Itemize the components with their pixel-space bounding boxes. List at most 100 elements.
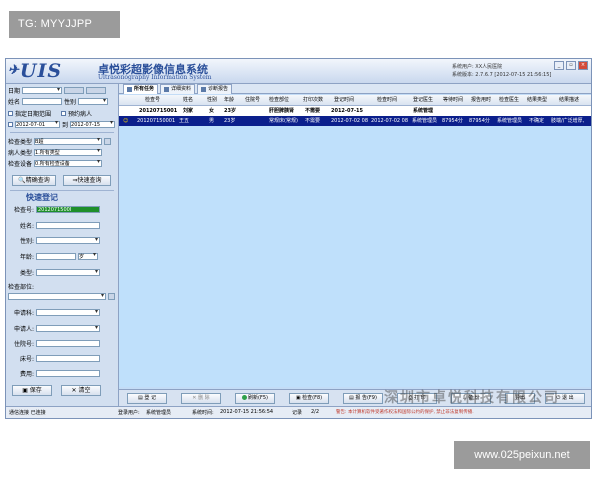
fee-label: 费用: (19, 371, 34, 378)
grid-header: 检查号 姓名 性别 年龄 住院号 检查部位 打印次数 登记时间 检查时间 登记医… (119, 95, 591, 106)
exam-button[interactable]: ▣ 检查(F8) (289, 393, 329, 404)
login-user-label: 登录用户: (118, 410, 140, 416)
clear-button[interactable]: ✕ 清空 (61, 385, 101, 396)
save-button[interactable]: ▣ 保存 (12, 385, 52, 396)
fee-field[interactable] (36, 370, 100, 377)
bed-no-field[interactable] (36, 355, 100, 362)
name-input[interactable] (22, 98, 63, 105)
inpatient-no-field[interactable] (36, 340, 100, 347)
exact-search-button[interactable]: 🔍精确查询 (12, 175, 56, 186)
patient-type-select[interactable]: 1.所有类型 (34, 148, 103, 156)
date-from-input[interactable]: 2012-07-01 (15, 120, 60, 128)
report-button[interactable]: ▤ 报 告(F9) (343, 393, 383, 404)
edit-icon[interactable] (104, 138, 112, 145)
cell-age: 23岁 (224, 108, 236, 114)
close-icon[interactable]: × (578, 61, 588, 70)
col-gender[interactable]: 性别 (207, 95, 217, 105)
table-row[interactable]: ☺ 201207150001 王五 男 23岁 常规床(常规) 不需要 2012… (119, 116, 591, 126)
col-wait[interactable]: 等待时间 (443, 95, 463, 105)
col-exam-time[interactable]: 检查时间 (377, 95, 397, 105)
col-result-type[interactable]: 结果类型 (527, 95, 547, 105)
cell-reg-doctor: 系统管理员 (412, 118, 438, 124)
gender-field-label: 性别: (19, 238, 34, 245)
date-label: 日期 (8, 88, 21, 95)
task-panel: 所有任务 详细资料 诊断报告 检查号 姓名 性别 年龄 住院号 检查部位 打印次… (119, 84, 591, 406)
app-logo: ✈UIS (8, 60, 63, 82)
col-result-desc[interactable]: 结果描述 (559, 95, 579, 105)
name-field[interactable] (36, 222, 100, 229)
save-icon: ▣ (22, 387, 28, 394)
date-select[interactable] (22, 86, 63, 94)
col-exam-doctor[interactable]: 检查医生 (499, 95, 519, 105)
col-name[interactable]: 姓名 (183, 95, 193, 105)
register-button[interactable]: ▤ 登 记 (127, 393, 167, 404)
login-user: 系统管理员 (146, 410, 172, 416)
date-tool-button-2[interactable] (86, 87, 107, 94)
date-to-input[interactable]: 2012-07-15 (70, 120, 116, 128)
record-label: 记录 (292, 410, 303, 416)
col-reg-doctor[interactable]: 登记医生 (413, 95, 433, 105)
telegram-tag: TG: MYYJJPP (9, 11, 120, 38)
cell-gender: 女 (209, 108, 215, 114)
action-bar: ▤ 登 记 ✕ 删 除 刷新(F5) ▣ 检查(F8) ▤ 报 告(F9) ⎙ … (119, 389, 591, 406)
refresh-button[interactable]: 刷新(F5) (235, 393, 275, 404)
copyright-warning: 警告: 本计算机软件受著作权法和国际公约的保护, 禁止非法复制传播. (336, 410, 474, 415)
divider (10, 190, 114, 191)
from-checkbox[interactable] (8, 122, 13, 127)
part-edit-icon[interactable] (108, 293, 115, 300)
cell-exam-no: 201207150001 (137, 118, 176, 124)
cell-part: 常规床(常规) (269, 118, 298, 124)
divider (10, 132, 114, 133)
col-inpatient[interactable]: 住院号 (245, 95, 260, 105)
col-part[interactable]: 检查部位 (269, 95, 289, 105)
window-controls: _ ▫ × (554, 61, 588, 70)
reserved-checkbox[interactable] (61, 111, 67, 116)
col-report-time[interactable]: 报告用时 (471, 95, 491, 105)
type-field[interactable] (36, 268, 100, 276)
device-select[interactable]: 0.所有检查设备 (34, 159, 103, 167)
refresh-icon (242, 395, 248, 400)
exam-no-input[interactable]: 2012071500I (36, 206, 100, 213)
restore-icon[interactable]: ▫ (566, 61, 576, 70)
delete-button[interactable]: ✕ 删 除 (181, 393, 221, 404)
cell-result-desc: 肢端/广泛增厚, (551, 118, 585, 124)
part-field[interactable] (8, 292, 106, 300)
age-unit-select[interactable]: 岁 (78, 252, 98, 260)
delete-icon: ✕ (192, 395, 197, 401)
tab-details[interactable]: 详细资料 (160, 84, 196, 94)
table-row[interactable]: 20120715001 刘家 女 23岁 肝胆脾胰肾 不需要 2012-07-1… (119, 106, 591, 116)
warning-icon: ☺ (123, 118, 129, 124)
cell-part: 肝胆脾胰肾 (269, 108, 295, 114)
col-age[interactable]: 年龄 (224, 95, 234, 105)
search-icon: 🔍 (18, 177, 26, 184)
applicant-doc-field[interactable] (36, 324, 100, 332)
tab-report[interactable]: 诊断报告 (197, 84, 233, 94)
col-print[interactable]: 打印次数 (303, 95, 323, 105)
name-field-label: 姓名: (19, 223, 34, 230)
fast-search-button[interactable]: ⇒快速查询 (63, 175, 111, 186)
cell-exam-no: 20120715001 (139, 108, 178, 114)
date-tool-button-1[interactable] (64, 87, 85, 94)
cell-gender: 男 (209, 118, 215, 124)
age-field[interactable] (36, 253, 76, 260)
exam-no-label: 检查号: (13, 207, 34, 214)
date-range-checkbox[interactable] (8, 111, 13, 116)
exam-type-select[interactable]: B超 (34, 137, 103, 145)
applicant-dept-field[interactable] (36, 308, 100, 316)
logo-bird-icon: ✈ (8, 63, 20, 78)
cell-age: 23岁 (224, 118, 236, 124)
col-exam-no[interactable]: 检查号 (145, 95, 160, 105)
exam-type-label: 检查类型 (8, 139, 33, 146)
system-version: 2.7.6.7 [2012-07-15 21:56:15] (475, 72, 552, 78)
cell-reg-doctor: 系统管理 (413, 108, 434, 114)
gender-field[interactable] (36, 236, 100, 244)
col-reg-time[interactable]: 登记时间 (334, 95, 354, 105)
system-user: XX人民医院 (475, 64, 503, 70)
system-info: 系统用户: XX人民医院 系统版本: 2.7.6.7 [2012-07-15 2… (452, 64, 552, 78)
applicant-doc-label: 申请人: (13, 326, 34, 333)
gender-select[interactable] (78, 97, 109, 105)
minimize-icon[interactable]: _ (554, 61, 564, 70)
tab-all-tasks[interactable]: 所有任务 (123, 84, 159, 94)
system-time-label: 系统时间: (192, 410, 214, 416)
device-label: 检查设备 (8, 161, 33, 168)
